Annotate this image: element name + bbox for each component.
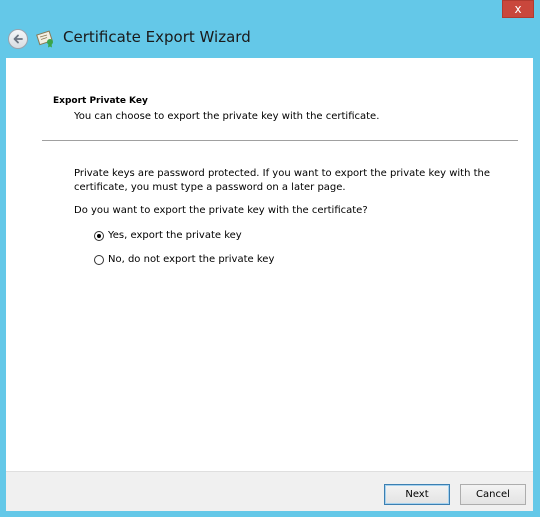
question-text: Do you want to export the private key wi… — [74, 205, 368, 216]
certificate-icon — [36, 30, 53, 48]
radio-button-yes[interactable] — [94, 230, 104, 241]
radio-option-yes[interactable]: Yes, export the private key — [94, 230, 242, 241]
description-text: Private keys are password protected. If … — [74, 168, 490, 193]
close-button[interactable]: x — [502, 0, 534, 18]
radio-button-no[interactable] — [94, 254, 104, 265]
button-bar: Next Cancel — [6, 471, 533, 511]
back-button[interactable] — [8, 29, 28, 49]
section-subheading: You can choose to export the private key… — [74, 111, 380, 122]
window-title: Certificate Export Wizard — [63, 28, 251, 46]
back-arrow-icon — [13, 34, 23, 44]
next-button[interactable]: Next — [384, 484, 450, 505]
close-icon: x — [514, 2, 522, 16]
radio-option-no[interactable]: No, do not export the private key — [94, 254, 274, 265]
wizard-content: Export Private Key You can choose to exp… — [6, 58, 533, 471]
header-divider — [42, 140, 518, 141]
radio-label-yes[interactable]: Yes, export the private key — [108, 230, 242, 241]
title-bar: Certificate Export Wizard — [0, 22, 540, 58]
section-heading: Export Private Key — [53, 96, 148, 106]
cancel-button[interactable]: Cancel — [460, 484, 526, 505]
radio-label-no[interactable]: No, do not export the private key — [108, 254, 274, 265]
wizard-window: x Certificate Export Wizard Export Priva… — [0, 0, 540, 517]
